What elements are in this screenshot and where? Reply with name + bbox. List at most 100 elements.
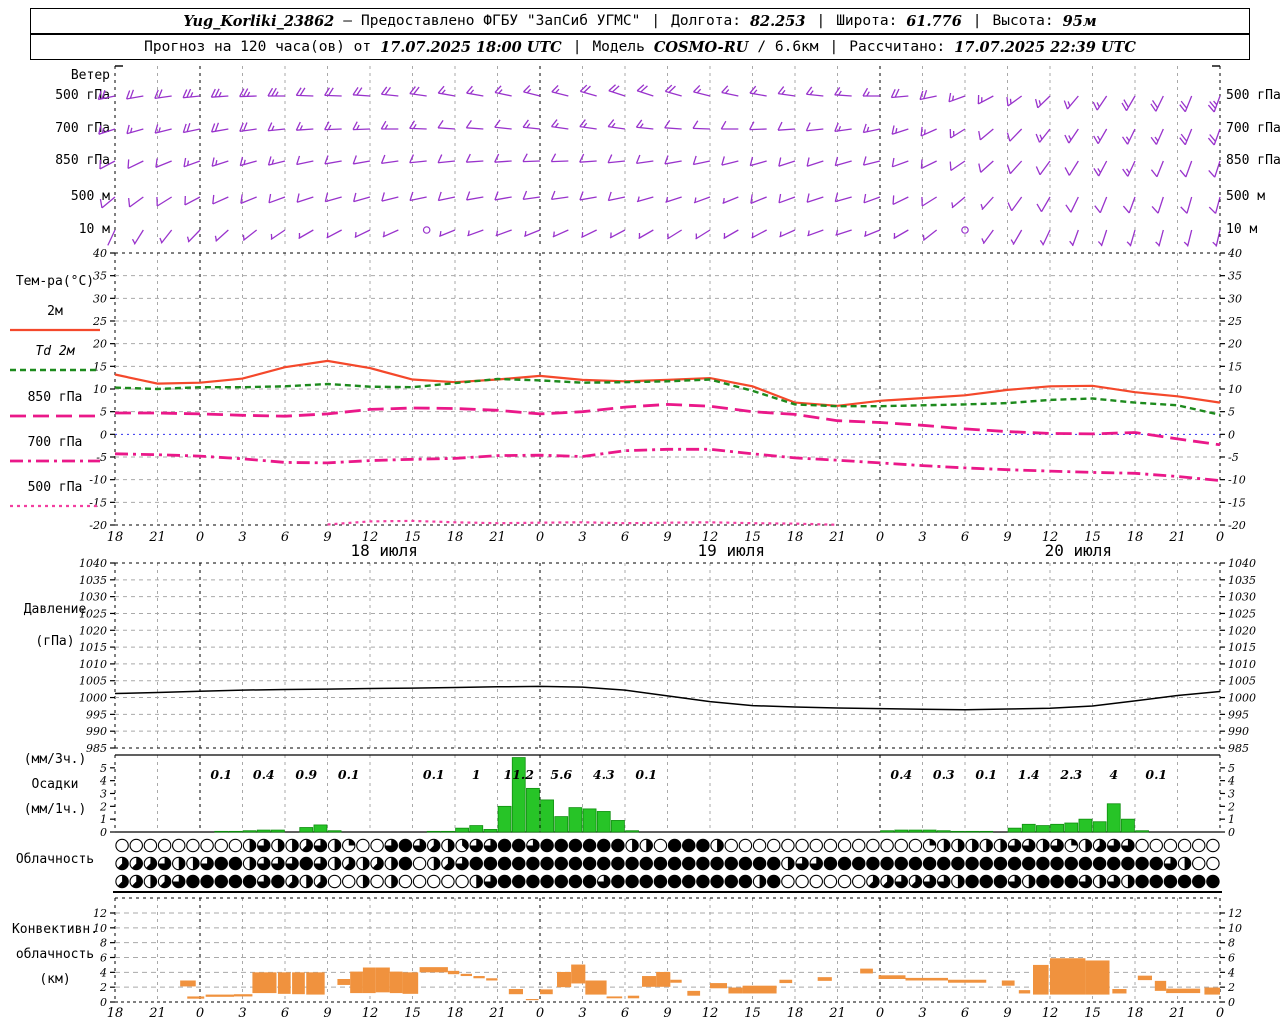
- meteogram-canvas: 40 4035 3530 3025 2520 2015 1510 105 50 0-5 -5-10-…: [10, 65, 1256, 1021]
- svg-text:1030: 1030: [1228, 591, 1256, 604]
- svg-text:21: 21: [148, 530, 166, 545]
- svg-text:0: 0: [1228, 996, 1235, 1009]
- svg-text:15: 15: [93, 360, 107, 373]
- svg-text:4: 4: [1227, 966, 1235, 979]
- svg-text:21: 21: [488, 1006, 506, 1021]
- svg-text:21: 21: [828, 1006, 846, 1021]
- svg-text:4: 4: [1109, 767, 1118, 782]
- svg-text:20: 20: [92, 338, 107, 351]
- svg-text:9: 9: [1003, 1006, 1011, 1021]
- svg-text:10: 10: [1228, 922, 1242, 935]
- svg-text:12: 12: [362, 1006, 379, 1021]
- svg-text:15: 15: [1084, 1006, 1101, 1021]
- svg-text:0: 0: [1228, 826, 1235, 839]
- svg-text:5: 5: [1228, 406, 1235, 419]
- svg-text:0: 0: [536, 1006, 544, 1021]
- svg-text:1010: 1010: [79, 658, 107, 671]
- svg-text:18: 18: [1127, 530, 1144, 545]
- svg-text:0: 0: [100, 826, 107, 839]
- svg-text:21: 21: [828, 530, 846, 545]
- svg-text:3: 3: [578, 530, 586, 545]
- svg-text:6: 6: [281, 530, 289, 545]
- svg-text:19 июля: 19 июля: [698, 541, 765, 560]
- svg-text:985: 985: [1228, 742, 1249, 755]
- svg-text:2.3: 2.3: [1059, 767, 1082, 782]
- svg-text:12: 12: [702, 1006, 719, 1021]
- svg-text:1020: 1020: [79, 624, 107, 637]
- svg-text:30: 30: [93, 292, 107, 305]
- svg-text:6: 6: [621, 530, 629, 545]
- svg-text:18 июля: 18 июля: [350, 541, 417, 560]
- svg-text:2: 2: [99, 800, 107, 813]
- svg-text:0: 0: [100, 428, 107, 441]
- svg-text:1025: 1025: [1228, 607, 1256, 620]
- svg-text:1.4: 1.4: [1018, 767, 1040, 782]
- svg-text:1005: 1005: [1228, 675, 1256, 688]
- svg-text:8: 8: [1228, 937, 1235, 950]
- svg-text:-5: -5: [1228, 451, 1239, 464]
- svg-text:0.4: 0.4: [890, 767, 912, 782]
- svg-text:0: 0: [876, 530, 884, 545]
- svg-text:30: 30: [1228, 292, 1242, 305]
- svg-text:8: 8: [100, 937, 107, 950]
- svg-text:21: 21: [1168, 1006, 1186, 1021]
- svg-text:3: 3: [918, 530, 926, 545]
- svg-text:3: 3: [578, 1006, 586, 1021]
- svg-text:25: 25: [92, 315, 107, 328]
- svg-text:0.1: 0.1: [1145, 767, 1167, 782]
- svg-text:990: 990: [1228, 725, 1249, 738]
- svg-text:990: 990: [86, 725, 107, 738]
- meteogram-page: Yug_Korliki_23862 – Предоставлено ФГБУ "…: [0, 0, 1280, 1024]
- svg-text:12: 12: [1228, 907, 1242, 920]
- svg-text:15: 15: [1228, 360, 1242, 373]
- svg-text:18: 18: [787, 530, 804, 545]
- svg-text:0: 0: [1216, 530, 1224, 545]
- svg-text:6: 6: [1228, 952, 1235, 965]
- svg-text:0: 0: [196, 530, 204, 545]
- svg-text:1: 1: [1228, 813, 1235, 826]
- svg-text:1035: 1035: [1228, 574, 1256, 587]
- svg-text:2: 2: [1227, 981, 1235, 994]
- svg-text:0.1: 0.1: [975, 767, 997, 782]
- svg-text:18: 18: [447, 1006, 464, 1021]
- svg-text:10: 10: [93, 922, 107, 935]
- svg-text:18: 18: [107, 1006, 124, 1021]
- svg-text:0: 0: [1216, 1006, 1224, 1021]
- svg-text:4: 4: [1227, 775, 1235, 788]
- svg-text:12: 12: [93, 907, 107, 920]
- svg-text:3: 3: [100, 788, 107, 801]
- svg-text:995: 995: [86, 708, 107, 721]
- svg-text:5: 5: [100, 762, 107, 775]
- svg-text:-15: -15: [89, 496, 107, 509]
- svg-text:0.4: 0.4: [253, 767, 275, 782]
- svg-text:2: 2: [99, 981, 107, 994]
- svg-text:1015: 1015: [1228, 641, 1256, 654]
- svg-text:20: 20: [1227, 338, 1242, 351]
- svg-text:0.3: 0.3: [933, 767, 955, 782]
- svg-text:0: 0: [1228, 428, 1235, 441]
- svg-text:4: 4: [99, 966, 107, 979]
- svg-text:-20: -20: [1228, 519, 1246, 532]
- svg-text:6: 6: [100, 952, 107, 965]
- svg-text:1010: 1010: [1228, 658, 1256, 671]
- svg-text:9: 9: [663, 1006, 671, 1021]
- svg-text:0: 0: [536, 530, 544, 545]
- svg-text:-10: -10: [89, 474, 107, 487]
- svg-text:1025: 1025: [79, 607, 107, 620]
- svg-text:1000: 1000: [1228, 692, 1256, 705]
- svg-text:6: 6: [961, 530, 969, 545]
- svg-text:1: 1: [472, 767, 481, 782]
- svg-text:18: 18: [107, 530, 124, 545]
- svg-text:4.3: 4.3: [593, 767, 615, 782]
- svg-text:1040: 1040: [1228, 557, 1256, 570]
- svg-text:25: 25: [1227, 315, 1242, 328]
- svg-text:21: 21: [1168, 530, 1186, 545]
- svg-text:1035: 1035: [79, 574, 107, 587]
- svg-text:985: 985: [86, 742, 107, 755]
- svg-text:-20: -20: [89, 519, 107, 532]
- svg-text:0: 0: [196, 1006, 204, 1021]
- svg-text:9: 9: [663, 530, 671, 545]
- svg-text:-10: -10: [1228, 474, 1246, 487]
- svg-text:3: 3: [238, 1006, 246, 1021]
- svg-text:1005: 1005: [79, 675, 107, 688]
